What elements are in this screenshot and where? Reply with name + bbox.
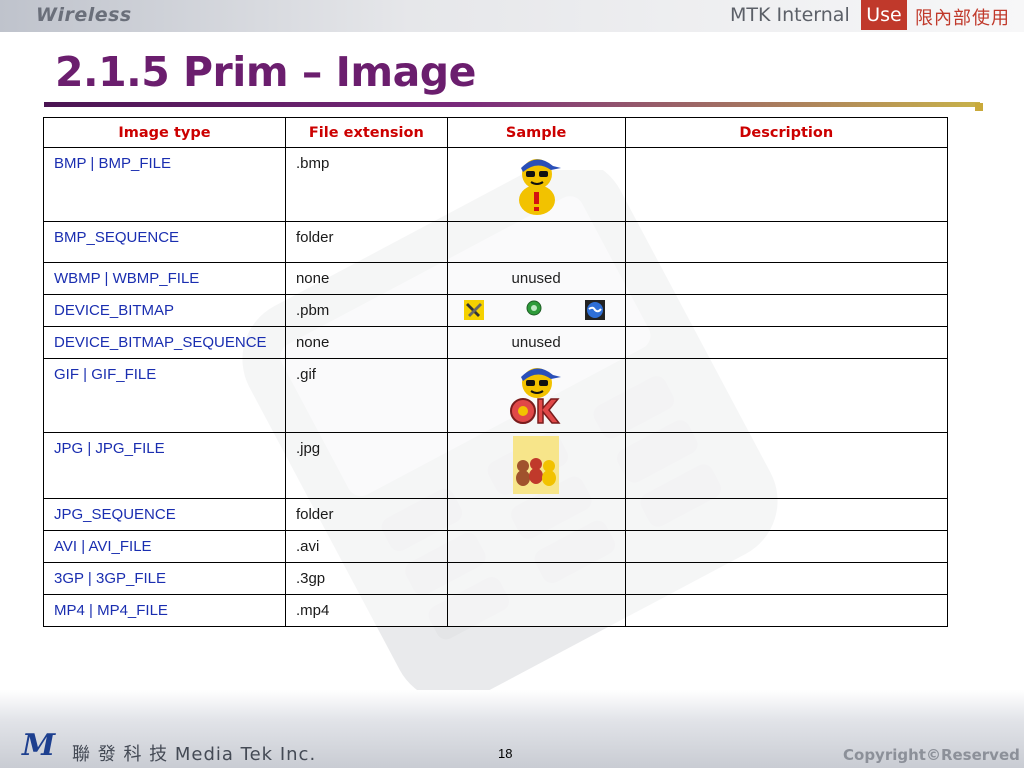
table-header-row: Image type File extension Sample Descrip…	[43, 117, 949, 148]
table-row: JPG | JPG_FILE .jpg	[43, 432, 949, 499]
cell-description	[624, 221, 949, 263]
cell-image-type: MP4 | MP4_FILE	[43, 594, 286, 627]
device-bitmap-samples	[448, 295, 625, 320]
table-row: MP4 | MP4_FILE .mp4	[43, 594, 949, 627]
bears-photo-icon	[513, 436, 560, 494]
cell-file-extension: .pbm	[284, 294, 448, 327]
table-row: JPG_SEQUENCE folder	[43, 498, 949, 531]
cell-image-type: BMP_SEQUENCE	[43, 221, 286, 263]
company-name: 聯 發 科 技 Media Tek Inc.	[72, 744, 317, 765]
header-image-type: Image type	[43, 117, 286, 148]
cell-sample	[446, 147, 626, 222]
table-row: WBMP | WBMP_FILE none unused	[43, 262, 949, 295]
cell-sample	[446, 498, 626, 531]
cell-file-extension: folder	[284, 498, 448, 531]
cell-description	[624, 432, 949, 499]
cell-file-extension: none	[284, 262, 448, 295]
image-type-table: Image type File extension Sample Descrip…	[43, 117, 949, 627]
globe-icon	[584, 300, 605, 320]
cell-sample: unused	[446, 326, 626, 359]
mediatek-logo: M	[22, 728, 56, 763]
cell-image-type: GIF | GIF_FILE	[43, 358, 286, 433]
cell-sample	[446, 294, 626, 327]
table-row: GIF | GIF_FILE .gif	[43, 358, 949, 433]
page-number: 18	[498, 746, 513, 761]
cell-description	[624, 326, 949, 359]
cell-image-type: DEVICE_BITMAP	[43, 294, 286, 327]
table-row: DEVICE_BITMAP .pbm	[43, 294, 949, 327]
sample-unused-text: unused	[511, 334, 561, 351]
cell-image-type: BMP | BMP_FILE	[43, 147, 286, 222]
cell-description	[624, 594, 949, 627]
ok-character-icon	[510, 368, 562, 424]
wireless-brand: Wireless	[36, 4, 132, 26]
cell-sample	[446, 432, 626, 499]
cell-description	[624, 294, 949, 327]
header-description: Description	[624, 117, 949, 148]
title-underline	[44, 102, 980, 107]
header-file-extension: File extension	[284, 117, 448, 148]
table-row: BMP_SEQUENCE folder	[43, 221, 949, 263]
table-row: DEVICE_BITMAP_SEQUENCE none unused	[43, 326, 949, 359]
cell-description	[624, 262, 949, 295]
copyright-notice: Copyright©Reserved	[843, 746, 1020, 764]
mtk-internal-label: MTK Internal	[730, 4, 850, 26]
cell-image-type: AVI | AVI_FILE	[43, 530, 286, 563]
cell-file-extension: .jpg	[284, 432, 448, 499]
cell-file-extension: .3gp	[284, 562, 448, 595]
cell-image-type: JPG | JPG_FILE	[43, 432, 286, 499]
internal-use-chinese: 限內部使用	[915, 8, 1010, 29]
table-row: 3GP | 3GP_FILE .3gp	[43, 562, 949, 595]
page-title: 2.1.5 Prim – Image	[55, 48, 476, 96]
table-row: BMP | BMP_FILE .bmp	[43, 147, 949, 222]
cell-description	[624, 358, 949, 433]
green-circle-icon	[526, 300, 542, 316]
cell-description	[624, 498, 949, 531]
cell-sample	[446, 358, 626, 433]
cell-sample	[446, 562, 626, 595]
cell-file-extension: .mp4	[284, 594, 448, 627]
title-underline-end	[975, 103, 983, 111]
cell-file-extension: none	[284, 326, 448, 359]
warning-character-icon	[519, 159, 562, 215]
cell-image-type: 3GP | 3GP_FILE	[43, 562, 286, 595]
cell-image-type: DEVICE_BITMAP_SEQUENCE	[43, 326, 286, 359]
cell-image-type: WBMP | WBMP_FILE	[43, 262, 286, 295]
cell-sample	[446, 594, 626, 627]
cell-file-extension: .avi	[284, 530, 448, 563]
cell-description	[624, 147, 949, 222]
cell-description	[624, 530, 949, 563]
cell-sample: unused	[446, 262, 626, 295]
cell-description	[624, 562, 949, 595]
use-badge: Use	[861, 0, 907, 30]
header-sample: Sample	[446, 117, 626, 148]
cell-sample	[446, 221, 626, 263]
cell-image-type: JPG_SEQUENCE	[43, 498, 286, 531]
tools-icon	[463, 300, 484, 320]
cell-file-extension: .bmp	[284, 147, 448, 222]
table-row: AVI | AVI_FILE .avi	[43, 530, 949, 563]
sample-unused-text: unused	[511, 270, 561, 287]
cell-file-extension: folder	[284, 221, 448, 263]
cell-sample	[446, 530, 626, 563]
cell-file-extension: .gif	[284, 358, 448, 433]
